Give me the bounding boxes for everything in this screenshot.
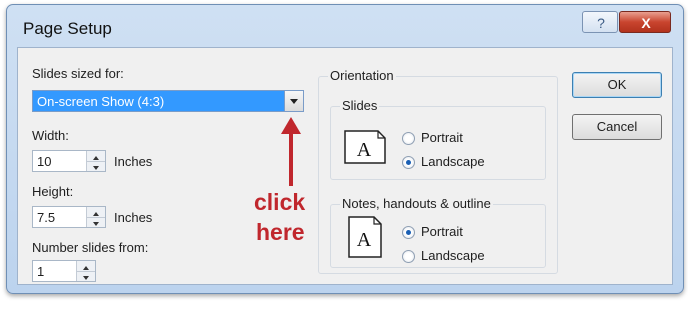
ok-button[interactable]: OK bbox=[572, 72, 662, 98]
width-unit: Inches bbox=[114, 154, 153, 169]
slides-sized-for-label: Slides sized for: bbox=[32, 66, 124, 81]
height-spin-buttons bbox=[86, 207, 105, 227]
notes-landscape-label[interactable]: Landscape bbox=[421, 248, 485, 263]
slides-portrait-label[interactable]: Portrait bbox=[421, 130, 463, 145]
landscape-page-icon: A bbox=[344, 130, 386, 164]
dialog-title: Page Setup bbox=[23, 19, 112, 38]
number-slides-spin-buttons bbox=[76, 261, 95, 281]
notes-orientation-title: Notes, handouts & outline bbox=[340, 196, 493, 211]
slides-orientation-title: Slides bbox=[340, 98, 380, 113]
dialog-client-area: Slides sized for: On-screen Show (4:3) W… bbox=[17, 47, 673, 285]
help-icon: ? bbox=[597, 15, 605, 31]
close-icon: X bbox=[641, 15, 651, 31]
close-button[interactable]: X bbox=[619, 11, 671, 33]
width-stepper[interactable]: 10 bbox=[32, 150, 106, 172]
notes-portrait-label[interactable]: Portrait bbox=[421, 224, 463, 239]
notes-icon-letter: A bbox=[357, 229, 372, 251]
annotation-click-text: click bbox=[254, 189, 306, 215]
portrait-page-icon: A bbox=[348, 216, 382, 258]
close-glyph: X bbox=[641, 15, 651, 31]
number-slides-from-stepper[interactable]: 1 bbox=[32, 260, 96, 282]
help-glyph: ? bbox=[597, 15, 605, 31]
dropdown-button[interactable] bbox=[284, 91, 303, 111]
width-label: Width: bbox=[32, 128, 69, 143]
page-setup-dialog: Page Setup ? X Slides sized for: On-scre… bbox=[6, 4, 684, 294]
help-button[interactable]: ? bbox=[582, 11, 618, 33]
annotation-here-text: here bbox=[256, 219, 305, 245]
width-decrement-button[interactable] bbox=[87, 161, 105, 171]
chevron-down-icon bbox=[83, 276, 89, 280]
height-stepper[interactable]: 7.5 bbox=[32, 206, 106, 228]
chevron-down-icon bbox=[93, 166, 99, 170]
slides-landscape-radio[interactable] bbox=[402, 156, 415, 169]
number-slides-from-value: 1 bbox=[37, 264, 45, 279]
slides-portrait-radio[interactable] bbox=[402, 132, 415, 145]
slides-sized-for-select[interactable]: On-screen Show (4:3) bbox=[32, 90, 304, 112]
height-value: 7.5 bbox=[37, 210, 56, 225]
chevron-down-icon bbox=[290, 99, 298, 104]
slides-landscape-label[interactable]: Landscape bbox=[421, 154, 485, 169]
slides-icon-letter: A bbox=[357, 139, 372, 161]
annotation-arrow-icon bbox=[281, 117, 301, 186]
notes-portrait-radio[interactable] bbox=[402, 226, 415, 239]
notes-landscape-radio[interactable] bbox=[402, 250, 415, 263]
width-spin-buttons bbox=[86, 151, 105, 171]
slides-sized-for-value: On-screen Show (4:3) bbox=[37, 94, 165, 109]
height-label: Height: bbox=[32, 184, 74, 199]
orientation-title: Orientation bbox=[328, 68, 396, 83]
cancel-button[interactable]: Cancel bbox=[572, 114, 662, 140]
chevron-down-icon bbox=[93, 222, 99, 226]
height-decrement-button[interactable] bbox=[87, 217, 105, 227]
width-value: 10 bbox=[37, 154, 52, 169]
number-slides-from-label: Number slides from: bbox=[32, 240, 149, 255]
height-unit: Inches bbox=[114, 210, 153, 225]
number-decrement-button[interactable] bbox=[77, 271, 95, 281]
